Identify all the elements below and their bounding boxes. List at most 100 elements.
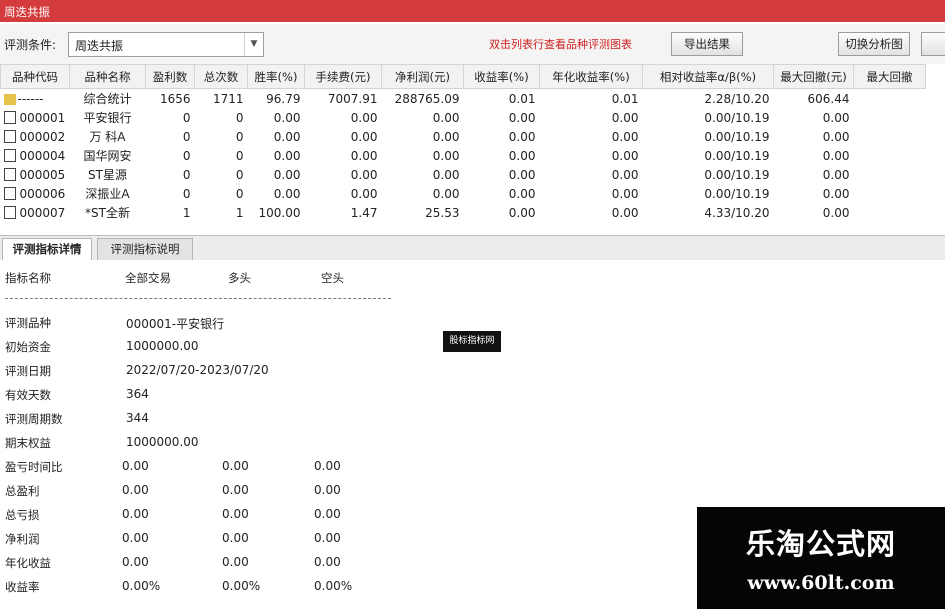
- metric-name: 期末权益: [5, 436, 51, 450]
- tab-explain[interactable]: 评测指标说明: [97, 238, 193, 260]
- column-header[interactable]: 最大回撤(元): [773, 64, 854, 89]
- cell-fee: 0.00: [350, 186, 378, 201]
- code-text: 000006: [19, 186, 66, 201]
- condition-value: 周迭共振: [75, 39, 124, 53]
- metric-name: 评测周期数: [5, 412, 63, 426]
- cell-ret: 0.00: [508, 186, 536, 201]
- cell-name: 万 科A: [89, 130, 126, 144]
- metric-name: 盈亏时间比: [5, 460, 63, 474]
- cell-rate: 0.00: [273, 110, 301, 125]
- row-checkbox[interactable]: [3, 129, 16, 143]
- cell-net: 0.00: [432, 110, 460, 125]
- column-header[interactable]: 最大回撤: [853, 64, 926, 89]
- column-header[interactable]: 胜率(%): [247, 64, 305, 89]
- column-header[interactable]: 净利润(元): [381, 64, 464, 89]
- cell-annual: 0.00: [611, 129, 639, 144]
- column-header[interactable]: 盈利数: [145, 64, 195, 89]
- cell-code: 000005: [1, 165, 70, 184]
- code-text: 000001: [19, 110, 66, 125]
- column-header[interactable]: 收益率(%): [463, 64, 540, 89]
- cell-name: 平安银行: [83, 111, 132, 125]
- cell-total: 0: [235, 167, 244, 182]
- cell-ret: 0.00: [508, 129, 536, 144]
- title-bar: 周迭共振: [0, 0, 945, 22]
- metric-name: 总盈利: [5, 484, 40, 498]
- column-header[interactable]: 品种代码: [0, 64, 70, 89]
- cell-total: 0: [235, 148, 244, 163]
- toolbar: 评测条件: 周迭共振 ▼ 双击列表行查看品种评测图表 导出结果 切换分析图: [0, 24, 945, 65]
- cell-empty: [854, 89, 926, 109]
- cell-ret: 0.00: [508, 205, 536, 220]
- cell-empty: [854, 108, 926, 127]
- col-all-header: 全部交易: [125, 271, 171, 285]
- chevron-down-icon[interactable]: ▼: [244, 33, 263, 56]
- results-grid[interactable]: 品种代码 品种名称 盈利数 总次数 胜率(%) 手续费(元) 净利润(元) 收益…: [0, 64, 945, 230]
- cell-ret: 0.00: [508, 167, 536, 182]
- cell-total: 0: [235, 129, 244, 144]
- cell-code: 000006: [1, 184, 70, 203]
- metric-long: 0.00: [222, 507, 249, 521]
- stamp-logo: 股标指标网: [443, 331, 501, 352]
- column-header[interactable]: 手续费(元): [304, 64, 382, 89]
- cell-dd: 0.00: [822, 110, 850, 125]
- table-row[interactable]: 000007 *ST全新 1 1 100.00 1.47 25.53 0.00 0.00 4.33…: [1, 203, 926, 222]
- metric-name: 年化收益: [5, 556, 51, 570]
- column-header[interactable]: 总次数: [194, 64, 248, 89]
- metric-name: 总亏损: [5, 508, 40, 522]
- cell-rate: 0.00: [273, 148, 301, 163]
- cell-empty: [854, 184, 926, 203]
- cell-rel: 0.00/10.19: [704, 148, 770, 163]
- cell-empty: [1, 222, 926, 230]
- code-text: 000007: [19, 205, 66, 220]
- cell-win: 0: [182, 186, 191, 201]
- code-text: ------: [17, 91, 44, 106]
- extra-button[interactable]: [921, 32, 945, 56]
- table-row[interactable]: 000001 平安银行 0 0 0.00 0.00 0.00 0.00 0.00 0.00/10.…: [1, 108, 926, 127]
- table-row-partial[interactable]: [1, 222, 926, 230]
- column-header[interactable]: 品种名称: [69, 64, 146, 89]
- cell-code: 000002: [1, 127, 70, 146]
- window-title: 周迭共振: [4, 5, 50, 19]
- table-row[interactable]: 000006 深振业A 0 0 0.00 0.00 0.00 0.00 0.00 0.00/10.…: [1, 184, 926, 203]
- summary-icon: [3, 93, 16, 105]
- row-checkbox[interactable]: [3, 148, 16, 162]
- cell-rate: 96.79: [266, 91, 301, 106]
- cell-annual: 0.00: [611, 186, 639, 201]
- table-row[interactable]: ------ 综合统计 1656 1711 96.79 7007.91 288765.09 0…: [1, 89, 926, 109]
- metric-all: 0.00: [122, 459, 149, 473]
- switch-chart-button[interactable]: 切换分析图: [838, 32, 910, 56]
- cell-annual: 0.01: [611, 91, 639, 106]
- divider: [5, 298, 391, 299]
- cell-fee: 1.47: [350, 205, 378, 220]
- metric-all: 0.00: [122, 507, 149, 521]
- export-button[interactable]: 导出结果: [671, 32, 743, 56]
- row-checkbox[interactable]: [3, 186, 16, 200]
- metric-name: 有效天数: [5, 388, 51, 402]
- metric-long: 0.00: [222, 531, 249, 545]
- column-header[interactable]: 相对收益率α/β(%): [642, 64, 774, 89]
- metric-short: 0.00: [314, 507, 341, 521]
- condition-select[interactable]: 周迭共振 ▼: [68, 32, 264, 57]
- row-checkbox[interactable]: [3, 110, 16, 124]
- table-row[interactable]: 000002 万 科A 0 0 0.00 0.00 0.00 0.00 0.00 0.00/10.…: [1, 127, 926, 146]
- cell-win: 0: [182, 148, 191, 163]
- column-header[interactable]: 年化收益率(%): [539, 64, 643, 89]
- metric-long: 0.00%: [222, 579, 261, 593]
- table-row[interactable]: 000005 ST星源 0 0 0.00 0.00 0.00 0.00 0.00 0.00/10.…: [1, 165, 926, 184]
- cell-annual: 0.00: [611, 110, 639, 125]
- row-checkbox[interactable]: [3, 167, 16, 181]
- table-row[interactable]: 000004 国华网安 0 0 0.00 0.00 0.00 0.00 0.00 0.00/10.…: [1, 146, 926, 165]
- cell-net: 288765.09: [394, 91, 460, 106]
- metric-long: 0.00: [222, 483, 249, 497]
- cell-dd: 0.00: [822, 186, 850, 201]
- detail-tabs: 评测指标详情 评测指标说明: [0, 235, 945, 261]
- cell-code: 000007: [1, 203, 70, 222]
- metric-value: 000001-平安银行: [126, 317, 225, 331]
- cell-rel: 4.33/10.20: [704, 205, 770, 220]
- tab-detail[interactable]: 评测指标详情: [2, 238, 92, 261]
- metric-short: 0.00: [314, 483, 341, 497]
- watermark-text: 乐淘公式网: [745, 527, 896, 561]
- code-text: 000005: [19, 167, 66, 182]
- row-checkbox[interactable]: [3, 205, 16, 219]
- cell-dd: 0.00: [822, 167, 850, 182]
